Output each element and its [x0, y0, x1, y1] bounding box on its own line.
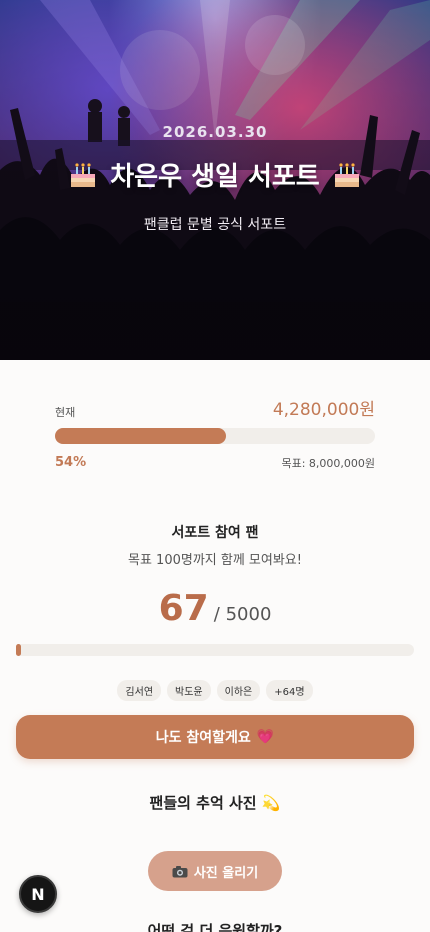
funding-progress-bar: [55, 428, 375, 444]
upload-button-label: 사진 올리기: [193, 865, 259, 881]
participant-chip: 박도윤: [167, 680, 211, 701]
funding-goal: 목표: 8,000,000원: [281, 457, 375, 470]
cake-icon: [334, 162, 359, 187]
participants-progress-bar: [16, 644, 414, 656]
participant-chips: 김서연 박도윤 이하은 +64명: [0, 680, 430, 701]
hero-subtitle: 팬클럽 문별 공식 서포트: [143, 217, 287, 233]
cake-icon: [71, 162, 96, 187]
n-badge-letter: N: [31, 884, 45, 904]
participants-progress-fill: [16, 644, 22, 656]
more-participants-chip[interactable]: +64명: [266, 680, 313, 701]
participant-count-total: / 5000: [213, 604, 272, 625]
event-date: 2026.03.30: [162, 123, 268, 141]
funding-percent: 54%: [55, 455, 87, 470]
participant-chip: 김서연: [117, 680, 162, 701]
camera-icon: [172, 865, 188, 877]
participants-title: 서포트 참여 팬: [171, 525, 259, 541]
funding-progress-fill: [55, 428, 227, 444]
upload-photo-button[interactable]: 사진 올리기: [148, 851, 282, 891]
hero-banner: 2026.03.30 차은우 생일 서포트 팬클럽 문별 공식 서포트: [0, 0, 430, 360]
current-label: 현재: [55, 406, 76, 419]
photos-section-title: 팬들의 추억 사진 💫: [149, 794, 281, 812]
n-badge-button[interactable]: N: [19, 875, 57, 913]
participant-count: 67 / 5000: [0, 588, 430, 629]
page-title: 차은우 생일 서포트: [110, 162, 320, 192]
participants-subtitle: 목표 100명까지 함께 모여봐요!: [128, 553, 302, 568]
participant-count-number: 67: [158, 588, 209, 629]
participant-chip: 이하은: [216, 680, 261, 701]
current-amount: 4,280,000원: [272, 400, 375, 420]
heart-icon: 💗: [256, 729, 275, 745]
next-section-title: 어떤 걸 더 응원할까?: [147, 922, 283, 932]
join-button-label: 나도 참여할게요: [155, 730, 251, 746]
hero-title-row: 차은우 생일 서포트: [0, 156, 430, 193]
join-button[interactable]: 나도 참여할게요 💗: [16, 715, 414, 759]
